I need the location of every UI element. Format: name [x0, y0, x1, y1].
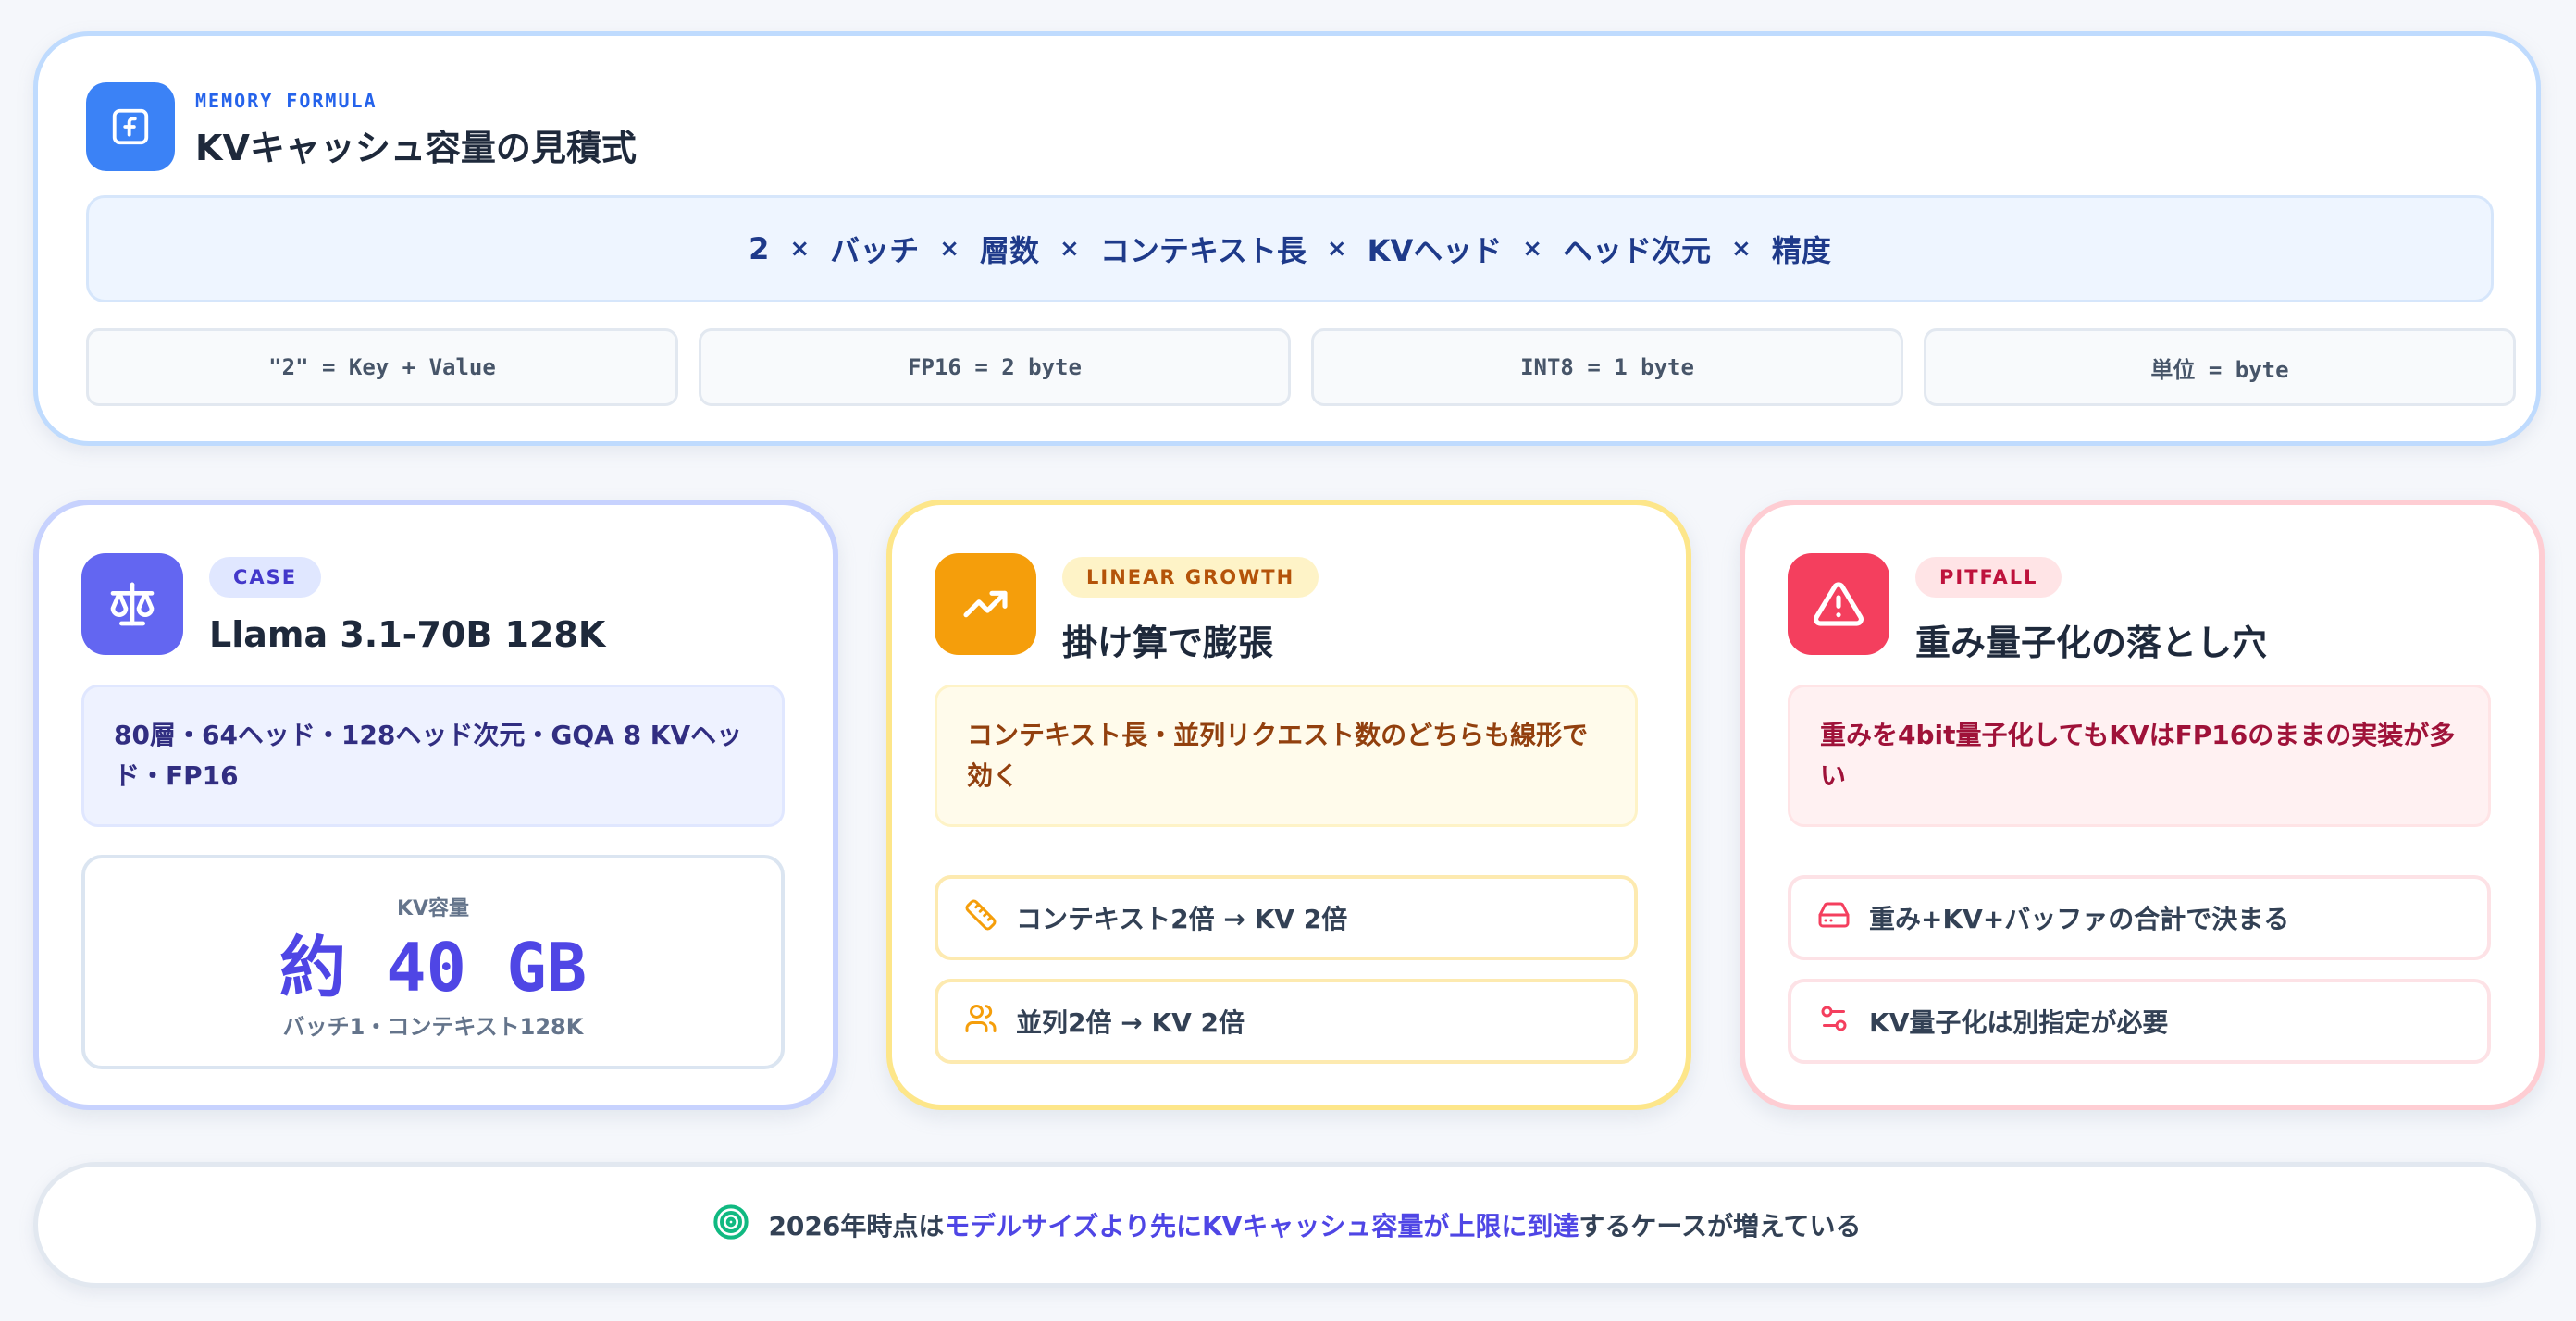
- formula-card: MEMORY FORMULA KVキャッシュ容量の見積式 2 × バッチ × 層…: [33, 31, 2541, 446]
- kv-capacity-sub: バッチ1・コンテキスト128K: [282, 1014, 584, 1040]
- pitfall-title: 重み量子化の落とし穴: [1915, 623, 2268, 663]
- formula-term: バッチ: [830, 233, 920, 268]
- pitfall-tag: PITFALL: [1915, 557, 2062, 598]
- case-tag: CASE: [209, 557, 322, 598]
- formula-note: "2" = Key + Value: [86, 328, 678, 406]
- summary-banner: 2026年時点はモデルサイズより先にKVキャッシュ容量が上限に到達するケースが増…: [33, 1162, 2541, 1288]
- case-spec: 80層・64ヘッド・128ヘッド次元・GQA 8 KVヘッド・FP16: [81, 685, 785, 827]
- pitfall-item: 重み+KV+バッファの合計で決まる: [1788, 875, 2491, 960]
- pitfall-item-label: 重み+KV+バッファの合計で決まる: [1869, 904, 2290, 934]
- multiply-operator: ×: [1522, 235, 1543, 263]
- pitfall-desc: 重みを4bit量子化してもKVはFP16のままの実装が多い: [1788, 685, 2491, 827]
- target-icon: [712, 1204, 749, 1247]
- multiply-operator: ×: [789, 235, 811, 263]
- formula-term: 2: [749, 231, 770, 266]
- growth-card: LINEAR GROWTH 掛け算で膨張 コンテキスト長・並列リクエスト数のどち…: [886, 500, 1691, 1110]
- formula-note: INT8 = 1 byte: [1311, 328, 1903, 406]
- kv-capacity-box: KV容量 約 40 GB バッチ1・コンテキスト128K: [81, 855, 785, 1069]
- formula-eyebrow: MEMORY FORMULA: [195, 90, 378, 112]
- growth-tag: LINEAR GROWTH: [1062, 557, 1319, 598]
- summary-prefix: 2026年時点は: [768, 1211, 945, 1241]
- multiply-operator: ×: [1059, 235, 1080, 263]
- case-title: Llama 3.1-70B 128K: [209, 614, 606, 655]
- sliders-icon: [1817, 1002, 1851, 1042]
- summary-highlight: モデルサイズより先にKVキャッシュ容量が上限に到達: [944, 1211, 1579, 1241]
- formula-note: FP16 = 2 byte: [699, 328, 1291, 406]
- multiply-operator: ×: [939, 235, 960, 263]
- growth-item: コンテキスト2倍 → KV 2倍: [935, 875, 1638, 960]
- scale-icon: [81, 553, 183, 655]
- formula-term: コンテキスト長: [1099, 233, 1307, 268]
- trending-up-icon: [935, 553, 1036, 655]
- summary-suffix: するケースが増えている: [1579, 1211, 1862, 1241]
- multiply-operator: ×: [1731, 235, 1752, 263]
- users-icon: [964, 1002, 997, 1042]
- kv-capacity-value: 約 40 GB: [279, 929, 588, 1006]
- growth-title: 掛け算で膨張: [1062, 623, 1274, 663]
- warning-icon: [1788, 553, 1889, 655]
- pitfall-item-label: KV量子化は別指定が必要: [1869, 1007, 2169, 1038]
- multiply-operator: ×: [1326, 235, 1347, 263]
- formula-note: 単位 = byte: [1924, 328, 2516, 406]
- growth-item-label: 並列2倍 → KV 2倍: [1016, 1007, 1245, 1038]
- pitfall-item: KV量子化は別指定が必要: [1788, 979, 2491, 1064]
- formula-term: 精度: [1771, 233, 1831, 268]
- growth-desc: コンテキスト長・並列リクエスト数のどちらも線形で効く: [935, 685, 1638, 827]
- kv-capacity-label: KV容量: [396, 897, 470, 920]
- function-icon: [86, 82, 175, 171]
- hard-drive-icon: [1817, 898, 1851, 938]
- formula-notes: "2" = Key + Value FP16 = 2 byte INT8 = 1…: [86, 328, 2516, 406]
- ruler-icon: [964, 898, 997, 938]
- formula-term: 層数: [980, 233, 1040, 268]
- formula-expression: 2 × バッチ × 層数 × コンテキスト長 × KVヘッド × ヘッド次元 ×…: [86, 195, 2494, 302]
- growth-item: 並列2倍 → KV 2倍: [935, 979, 1638, 1064]
- case-card: CASE Llama 3.1-70B 128K 80層・64ヘッド・128ヘッド…: [33, 500, 838, 1110]
- formula-term: KVヘッド: [1367, 233, 1503, 268]
- formula-term: ヘッド次元: [1563, 233, 1712, 268]
- summary-text: 2026年時点はモデルサイズより先にKVキャッシュ容量が上限に到達するケースが増…: [768, 1206, 1861, 1243]
- formula-title: KVキャッシュ容量の見積式: [195, 128, 637, 168]
- growth-item-label: コンテキスト2倍 → KV 2倍: [1016, 904, 1348, 934]
- pitfall-card: PITFALL 重み量子化の落とし穴 重みを4bit量子化してもKVはFP16の…: [1740, 500, 2545, 1110]
